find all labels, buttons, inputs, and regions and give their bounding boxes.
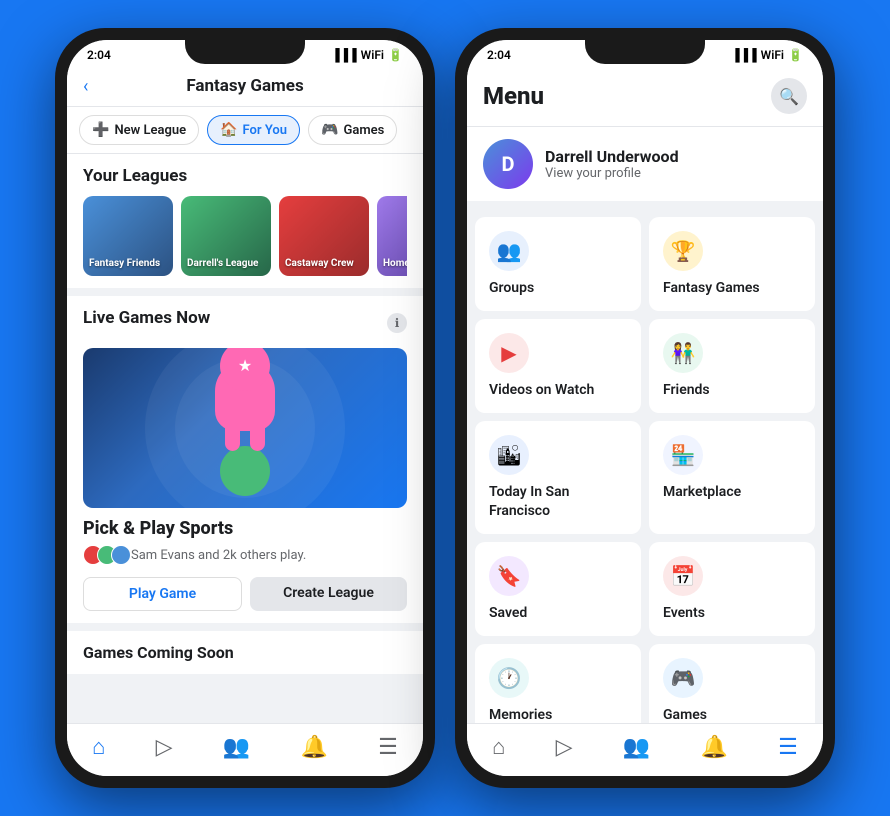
profile-avatar: D bbox=[483, 139, 533, 189]
menu-header: Menu 🔍 bbox=[467, 66, 823, 127]
tab-games[interactable]: 🎮 Games bbox=[308, 115, 397, 145]
bottom-nav-2: ⌂ ▷ 👥 🔔 ☰ bbox=[467, 723, 823, 776]
live-header: Live Games Now ℹ bbox=[83, 308, 407, 338]
live-games-section: Live Games Now ℹ bbox=[67, 296, 423, 623]
leagues-scroll[interactable]: Fantasy Friends Darrell's League Castawa… bbox=[83, 196, 407, 276]
marketplace-label: Marketplace bbox=[663, 483, 741, 501]
play-game-button[interactable]: Play Game bbox=[83, 577, 242, 611]
friends-label: Friends bbox=[663, 381, 710, 399]
phone-2: 2:04 ▐▐▐ WiFi 🔋 Menu 🔍 D Darrell Underwo… bbox=[455, 28, 835, 788]
menu-item-fantasy[interactable]: 🏆 Fantasy Games bbox=[649, 217, 815, 311]
events-label: Events bbox=[663, 604, 705, 622]
plus-icon: ➕ bbox=[92, 122, 109, 138]
create-league-button[interactable]: Create League bbox=[250, 577, 407, 611]
menu-item-videos[interactable]: ▶ Videos on Watch bbox=[475, 319, 641, 413]
nav-home-1[interactable]: ⌂ bbox=[92, 734, 105, 760]
menu-item-friends[interactable]: 👫 Friends bbox=[649, 319, 815, 413]
games-label: Games bbox=[663, 706, 707, 723]
mini-avatar-3 bbox=[111, 545, 131, 565]
menu-item-saved[interactable]: 🔖 Saved bbox=[475, 542, 641, 636]
today-label: Today In San Francisco bbox=[489, 483, 627, 519]
phone-1: 2:04 ▐▐▐ WiFi 🔋 ‹ Fantasy Games ➕ New Le… bbox=[55, 28, 435, 788]
profile-info: Darrell Underwood View your profile bbox=[545, 147, 679, 181]
notch-2 bbox=[585, 40, 705, 64]
game-meta: Sam Evans and 2k others play. bbox=[83, 545, 407, 565]
profile-sub: View your profile bbox=[545, 166, 679, 181]
groups-icon: 👥 bbox=[489, 231, 529, 271]
saved-label: Saved bbox=[489, 604, 527, 622]
league-card-3[interactable]: Castaway Crew bbox=[279, 196, 369, 276]
app-header: ‹ Fantasy Games bbox=[67, 66, 423, 107]
nav-notifications-1[interactable]: 🔔 bbox=[300, 735, 327, 760]
game-buttons: Play Game Create League bbox=[83, 577, 407, 611]
memories-label: Memories bbox=[489, 706, 552, 723]
bottom-nav-1: ⌂ ▷ 👥 🔔 ☰ bbox=[67, 723, 423, 776]
home-tab-icon: 🏠 bbox=[220, 122, 237, 138]
menu-item-groups[interactable]: 👥 Groups bbox=[475, 217, 641, 311]
time-2: 2:04 bbox=[487, 48, 511, 62]
profile-row[interactable]: D Darrell Underwood View your profile bbox=[467, 127, 823, 201]
your-leagues-title: Your Leagues bbox=[83, 166, 407, 186]
menu-grid: 👥 Groups 🏆 Fantasy Games ▶ Videos on Wat… bbox=[467, 209, 823, 723]
games-coming-title: Games Coming Soon bbox=[67, 631, 423, 674]
time-1: 2:04 bbox=[87, 48, 111, 62]
games-tab-icon: 🎮 bbox=[321, 122, 338, 138]
notch-1 bbox=[185, 40, 305, 64]
fantasy-label: Fantasy Games bbox=[663, 279, 760, 297]
friends-icon: 👫 bbox=[663, 333, 703, 373]
menu-scroll[interactable]: 👥 Groups 🏆 Fantasy Games ▶ Videos on Wat… bbox=[467, 209, 823, 723]
status-icons-2: ▐▐▐ WiFi 🔋 bbox=[731, 48, 803, 62]
game-banner: ★ bbox=[83, 348, 407, 508]
info-icon[interactable]: ℹ bbox=[387, 313, 407, 333]
memories-icon: 🕐 bbox=[489, 658, 529, 698]
app-title: Fantasy Games bbox=[186, 76, 303, 96]
groups-label: Groups bbox=[489, 279, 534, 297]
nav-groups-2[interactable]: 👥 bbox=[623, 735, 650, 760]
live-games-title: Live Games Now bbox=[83, 308, 210, 328]
profile-name: Darrell Underwood bbox=[545, 147, 679, 166]
nav-watch-2[interactable]: ▷ bbox=[556, 735, 573, 760]
back-button[interactable]: ‹ bbox=[83, 76, 88, 97]
fantasy-icon: 🏆 bbox=[663, 231, 703, 271]
marketplace-icon: 🏪 bbox=[663, 435, 703, 475]
nav-menu-1[interactable]: ☰ bbox=[378, 735, 398, 760]
nav-notifications-2[interactable]: 🔔 bbox=[700, 735, 727, 760]
menu-item-games[interactable]: 🎮 Games bbox=[649, 644, 815, 723]
tab-new-league[interactable]: ➕ New League bbox=[79, 115, 199, 145]
menu-item-memories[interactable]: 🕐 Memories bbox=[475, 644, 641, 723]
league-card-2[interactable]: Darrell's League bbox=[181, 196, 271, 276]
league-card-4[interactable]: Home Fans bbox=[377, 196, 407, 276]
saved-icon: 🔖 bbox=[489, 556, 529, 596]
search-button[interactable]: 🔍 bbox=[771, 78, 807, 114]
events-icon: 📅 bbox=[663, 556, 703, 596]
nav-menu-2[interactable]: ☰ bbox=[778, 735, 798, 760]
status-icons-1: ▐▐▐ WiFi 🔋 bbox=[331, 48, 403, 62]
nav-watch-1[interactable]: ▷ bbox=[156, 735, 173, 760]
game-title: Pick & Play Sports bbox=[83, 518, 407, 539]
your-leagues-section: Your Leagues Fantasy Friends Darrell's L… bbox=[67, 154, 423, 288]
today-icon: 🏙 bbox=[489, 435, 529, 475]
tab-for-you[interactable]: 🏠 For You bbox=[207, 115, 300, 145]
content-scroll[interactable]: Your Leagues Fantasy Friends Darrell's L… bbox=[67, 154, 423, 723]
menu-title: Menu bbox=[483, 82, 544, 110]
league-card-1[interactable]: Fantasy Friends bbox=[83, 196, 173, 276]
tab-bar: ➕ New League 🏠 For You 🎮 Games bbox=[67, 107, 423, 154]
menu-item-events[interactable]: 📅 Events bbox=[649, 542, 815, 636]
videos-icon: ▶ bbox=[489, 333, 529, 373]
menu-item-today[interactable]: 🏙 Today In San Francisco bbox=[475, 421, 641, 533]
nav-home-2[interactable]: ⌂ bbox=[492, 734, 505, 760]
games-icon: 🎮 bbox=[663, 658, 703, 698]
videos-label: Videos on Watch bbox=[489, 381, 594, 399]
nav-groups-1[interactable]: 👥 bbox=[223, 735, 250, 760]
avatar-stack bbox=[83, 545, 125, 565]
menu-item-marketplace[interactable]: 🏪 Marketplace bbox=[649, 421, 815, 533]
